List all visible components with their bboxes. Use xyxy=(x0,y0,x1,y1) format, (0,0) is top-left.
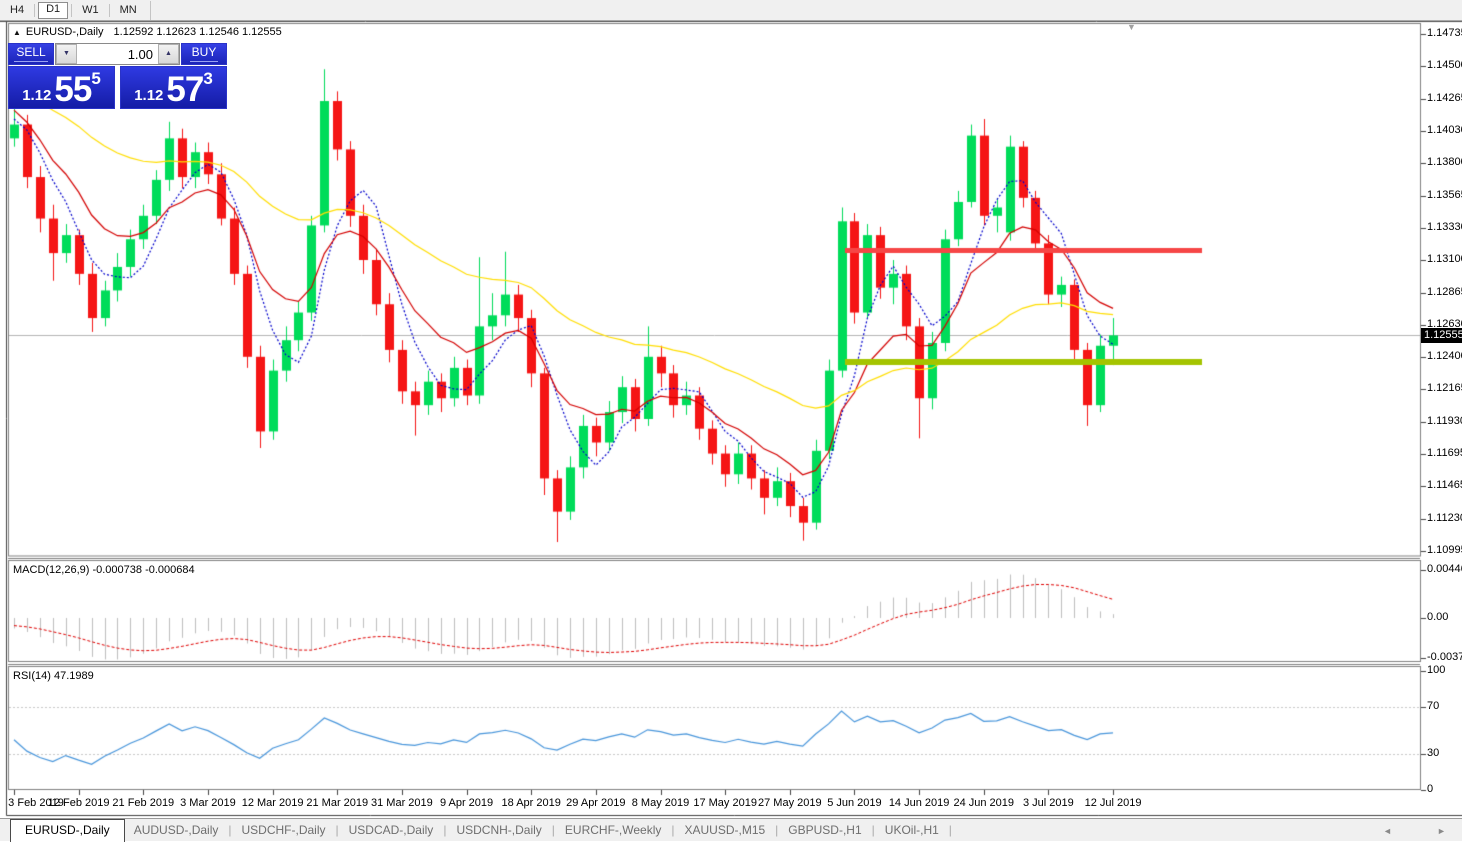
date-axis-label: 31 Mar 2019 xyxy=(371,797,433,809)
sell-button-label: SELL xyxy=(14,44,47,62)
one-click-trading-panel: SELL ▼ ▲ BUY 1.12 55 5 1.12 57 3 xyxy=(8,43,227,109)
tab-usdcnh-daily[interactable]: USDCNH-,Daily xyxy=(447,820,550,841)
tab-xauusd-m15[interactable]: XAUUSD-,M15 xyxy=(675,820,774,841)
date-axis-label: 24 Jun 2019 xyxy=(953,797,1014,809)
chart-tab-bar: EURUSD-,DailyAUDUSD-,Daily | USDCHF-,Daily… xyxy=(0,818,1462,841)
price-axis-label: 1.14735 xyxy=(1427,27,1462,39)
price-axis-label: 1.14265 xyxy=(1427,92,1462,104)
macd-axis-label: 0.004465 xyxy=(1427,563,1462,575)
tab-usdchf-daily[interactable]: USDCHF-,Daily xyxy=(233,820,335,841)
date-axis-label: 21 Mar 2019 xyxy=(306,797,368,809)
rsi-axis-label: 70 xyxy=(1427,700,1439,712)
collapse-chart-icon[interactable]: ▲ xyxy=(13,28,21,37)
tf-button-h4[interactable]: H4 xyxy=(3,3,31,18)
chart-title: EURUSD-,Daily xyxy=(26,26,104,38)
tab-scroll-left-icon[interactable]: ◄ xyxy=(1383,826,1392,836)
date-axis-label: 9 Apr 2019 xyxy=(440,797,493,809)
date-axis-label: 21 Feb 2019 xyxy=(112,797,174,809)
buy-price-main: 57 xyxy=(166,75,203,104)
buy-button[interactable]: BUY xyxy=(181,43,227,65)
price-axis-label: 1.11465 xyxy=(1427,479,1462,491)
tab-gbpusd-h1[interactable]: GBPUSD-,H1 xyxy=(779,820,870,841)
volume-spinner: ▼ ▲ xyxy=(55,43,180,65)
current-price-tag: 1.12555 xyxy=(1421,328,1462,343)
buy-price-button[interactable]: 1.12 57 3 xyxy=(120,66,227,109)
date-axis-label: 27 May 2019 xyxy=(758,797,822,809)
date-axis-label: 17 May 2019 xyxy=(693,797,757,809)
price-axis-label: 1.12630 xyxy=(1427,318,1462,330)
volume-decrease-button[interactable]: ▼ xyxy=(56,44,77,64)
toolbar-separator xyxy=(150,1,151,20)
price-axis-label: 1.10995 xyxy=(1427,544,1462,556)
sell-price-button[interactable]: 1.12 55 5 xyxy=(8,66,115,109)
price-axis-label: 1.13565 xyxy=(1427,189,1462,201)
buy-price-pip: 3 xyxy=(203,71,212,87)
price-axis-label: 1.14500 xyxy=(1427,59,1462,71)
tf-button-mn[interactable]: MN xyxy=(113,3,144,18)
buy-price-prefix: 1.12 xyxy=(134,88,163,104)
tab-scroll-right-icon[interactable]: ► xyxy=(1437,826,1446,836)
price-axis-label: 1.12865 xyxy=(1427,286,1462,298)
tab-ukoil-h1[interactable]: UKOil-,H1 xyxy=(876,820,948,841)
tab-eurchf-weekly[interactable]: EURCHF-,Weekly xyxy=(556,820,670,841)
date-axis-label: 12 Feb 2019 xyxy=(48,797,110,809)
price-axis-label: 1.11695 xyxy=(1427,447,1462,459)
sell-price-pip: 5 xyxy=(91,71,100,87)
tab-eurusd-daily[interactable]: EURUSD-,Daily xyxy=(10,819,125,842)
date-axis-label: 3 Mar 2019 xyxy=(180,797,236,809)
date-axis-label: 12 Mar 2019 xyxy=(242,797,304,809)
buy-button-label: BUY xyxy=(190,44,219,62)
tf-button-w1[interactable]: W1 xyxy=(75,3,106,18)
date-axis-label: 5 Jun 2019 xyxy=(827,797,881,809)
sell-button[interactable]: SELL xyxy=(8,43,54,65)
tab-audusd-daily[interactable]: AUDUSD-,Daily xyxy=(125,820,228,841)
rsi-indicator-label: RSI(14) 47.1989 xyxy=(13,670,94,682)
macd-indicator-label: MACD(12,26,9) -0.000738 -0.000684 xyxy=(13,564,195,576)
price-axis-label: 1.11930 xyxy=(1427,415,1462,427)
rsi-axis-label: 0 xyxy=(1427,783,1433,795)
toolbar-separator xyxy=(109,4,110,17)
chart-canvas[interactable] xyxy=(0,0,1462,841)
price-axis-label: 1.12400 xyxy=(1427,350,1462,362)
rsi-axis-label: 100 xyxy=(1427,664,1445,676)
date-axis-label: 29 Apr 2019 xyxy=(566,797,625,809)
date-axis-label: 14 Jun 2019 xyxy=(889,797,950,809)
chart-ohlc-values: 1.12592 1.12623 1.12546 1.12555 xyxy=(114,26,282,38)
tf-button-d1[interactable]: D1 xyxy=(38,2,68,19)
sell-price-prefix: 1.12 xyxy=(22,88,51,104)
date-axis-label: 3 Jul 2019 xyxy=(1023,797,1074,809)
toolbar-separator xyxy=(71,4,72,17)
price-axis-label: 1.11230 xyxy=(1427,512,1462,524)
tab-usdcad-daily[interactable]: USDCAD-,Daily xyxy=(340,820,443,841)
date-axis-label: 8 May 2019 xyxy=(632,797,689,809)
tab-separator: | xyxy=(948,820,953,841)
price-axis-label: 1.13100 xyxy=(1427,253,1462,265)
sell-price-main: 55 xyxy=(54,75,91,104)
volume-input[interactable] xyxy=(77,44,158,64)
volume-increase-button[interactable]: ▲ xyxy=(158,44,179,64)
date-axis-label: 18 Apr 2019 xyxy=(502,797,561,809)
rsi-axis-label: 30 xyxy=(1427,747,1439,759)
price-axis-label: 1.14030 xyxy=(1427,124,1462,136)
chart-header: ▲ EURUSD-,Daily 1.12592 1.12623 1.12546 1.… xyxy=(13,26,282,38)
scroll-to-end-icon[interactable]: ▼ xyxy=(1127,22,1136,32)
timeframe-toolbar: H4 D1 W1 MN xyxy=(0,0,1462,21)
price-axis-label: 1.13800 xyxy=(1427,156,1462,168)
macd-axis-label: -0.003715 xyxy=(1427,651,1462,663)
date-axis-label: 12 Jul 2019 xyxy=(1085,797,1142,809)
price-axis-label: 1.13330 xyxy=(1427,221,1462,233)
toolbar-separator xyxy=(34,4,35,17)
macd-axis-label: 0.00 xyxy=(1427,611,1448,623)
price-axis-label: 1.12165 xyxy=(1427,382,1462,394)
